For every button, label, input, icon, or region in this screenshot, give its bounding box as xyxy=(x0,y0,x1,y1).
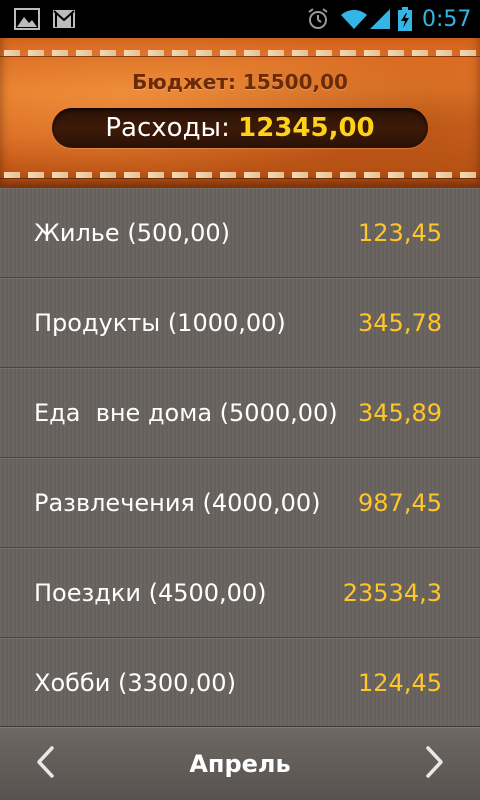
status-bar: 0:57 xyxy=(0,0,480,38)
month-navigation: Апрель xyxy=(0,726,480,800)
signal-icon xyxy=(368,0,392,38)
wifi-icon xyxy=(340,0,368,38)
app-screen: 0:57 Бюджет: 15500,00 Расходы: 12345,00 … xyxy=(0,0,480,800)
battery-charging-icon xyxy=(396,0,414,38)
category-name: Хобби (3300,00) xyxy=(34,668,236,697)
expenses-summary: Расходы: 12345,00 xyxy=(52,108,428,148)
expenses-label: Расходы: xyxy=(105,113,239,143)
category-row[interactable]: Продукты (1000,00) 345,78 xyxy=(0,278,480,368)
category-list[interactable]: Жилье (500,00) 123,45 Продукты (1000,00)… xyxy=(0,188,480,726)
category-row[interactable]: Жилье (500,00) 123,45 xyxy=(0,188,480,278)
category-name: Развлечения (4000,00) xyxy=(34,488,321,517)
category-name: Жилье (500,00) xyxy=(34,218,231,247)
category-amount: 345,89 xyxy=(358,398,442,427)
header-stitch-bottom xyxy=(0,172,480,178)
budget-value: 15500,00 xyxy=(242,70,348,94)
category-name: Продукты (1000,00) xyxy=(34,308,286,337)
prev-month-button[interactable] xyxy=(10,727,80,800)
chevron-right-icon xyxy=(424,745,446,783)
alarm-icon xyxy=(304,0,332,38)
category-name: Поездки (4500,00) xyxy=(34,578,267,607)
category-name: Еда вне дома (5000,00) xyxy=(34,398,338,427)
category-amount: 23534,3 xyxy=(342,578,442,607)
category-amount: 123,45 xyxy=(358,218,442,247)
category-row[interactable]: Хобби (3300,00) 124,45 xyxy=(0,638,480,726)
category-row[interactable]: Развлечения (4000,00) 987,45 xyxy=(0,458,480,548)
budget-header: Бюджет: 15500,00 Расходы: 12345,00 xyxy=(0,38,480,188)
budget-summary: Бюджет: 15500,00 xyxy=(0,70,480,98)
header-stitch-top xyxy=(0,50,480,56)
category-row[interactable]: Поездки (4500,00) 23534,3 xyxy=(0,548,480,638)
gallery-icon xyxy=(12,0,42,38)
category-amount: 124,45 xyxy=(358,668,442,697)
category-amount: 987,45 xyxy=(358,488,442,517)
category-row[interactable]: Еда вне дома (5000,00) 345,89 xyxy=(0,368,480,458)
gmail-icon xyxy=(50,0,78,38)
category-amount: 345,78 xyxy=(358,308,442,337)
status-time: 0:57 xyxy=(422,6,472,32)
next-month-button[interactable] xyxy=(400,727,470,800)
chevron-left-icon xyxy=(34,745,56,783)
current-month: Апрель xyxy=(189,750,291,778)
expenses-value: 12345,00 xyxy=(238,113,375,143)
budget-label: Бюджет: xyxy=(132,70,243,94)
